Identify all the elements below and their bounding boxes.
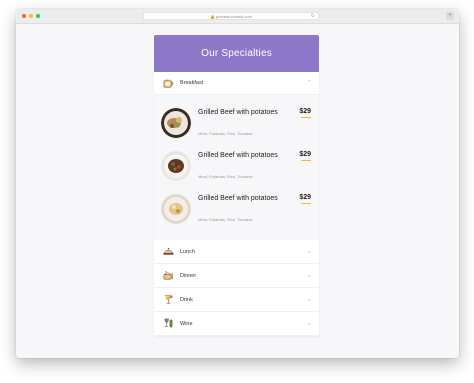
dish-image: [161, 151, 191, 181]
chevron-down-icon[interactable]: ⌄: [307, 288, 312, 312]
menu-item[interactable]: Grilled Beef with potatoes Meat, Potatoe…: [161, 108, 311, 148]
maximize-window-button[interactable]: [36, 14, 40, 18]
item-description: Meat, Potatoes, Rice, Tomatoe: [198, 131, 253, 136]
address-text: preview.colorlib.com: [215, 14, 252, 19]
lunch-icon: [163, 248, 174, 255]
category-lunch[interactable]: Lunch ⌄: [154, 240, 319, 264]
dish-image: [161, 194, 191, 224]
chevron-down-icon[interactable]: ⌄: [307, 312, 312, 336]
item-name: Grilled Beef with potatoes: [198, 195, 278, 202]
category-label: Wine: [180, 321, 193, 327]
reload-icon[interactable]: ↻: [311, 13, 315, 20]
wine-icon: [164, 318, 173, 328]
item-price: $29: [299, 194, 311, 201]
browser-window: 🔒preview.colorlib.com ↻ + Our Specialtie…: [16, 9, 459, 358]
minimize-window-button[interactable]: [29, 14, 33, 18]
item-name: Grilled Beef with potatoes: [198, 109, 278, 116]
chevron-down-icon[interactable]: ⌄: [307, 264, 312, 288]
price-underline: [301, 203, 311, 204]
menu-title: Our Specialties: [154, 35, 319, 72]
category-label: Dinner: [180, 273, 197, 279]
price-underline: [301, 117, 311, 118]
item-name: Grilled Beef with potatoes: [198, 152, 278, 159]
other-categories: Lunch ⌄ Dinner ⌄ Drink ⌄ Wine ⌄: [154, 240, 319, 336]
plus-icon[interactable]: +: [446, 12, 454, 20]
address-bar[interactable]: 🔒preview.colorlib.com ↻: [143, 12, 319, 20]
chevron-down-icon[interactable]: ⌄: [307, 240, 312, 264]
category-drink[interactable]: Drink ⌄: [154, 288, 319, 312]
browser-titlebar: 🔒preview.colorlib.com ↻ +: [16, 9, 459, 24]
item-description: Meat, Potatoes, Rice, Tomatoe: [198, 174, 253, 179]
close-window-button[interactable]: [22, 14, 26, 18]
breakfast-items: Grilled Beef with potatoes Meat, Potatoe…: [154, 95, 319, 240]
category-wine[interactable]: Wine ⌄: [154, 312, 319, 336]
specialties-menu-card: Our Specialties Breakfast ⌃ Grilled Beef…: [154, 35, 319, 336]
category-label: Breakfast: [180, 80, 204, 86]
menu-item[interactable]: Grilled Beef with potatoes Meat, Potatoe…: [161, 194, 311, 234]
drink-icon: [164, 295, 173, 304]
category-breakfast[interactable]: Breakfast ⌃: [154, 72, 319, 95]
lock-icon: 🔒: [210, 14, 215, 19]
breakfast-icon: [163, 78, 173, 88]
item-price: $29: [299, 151, 311, 158]
dish-image: [161, 108, 191, 138]
price-underline: [301, 160, 311, 161]
category-dinner[interactable]: Dinner ⌄: [154, 264, 319, 288]
dinner-icon: [163, 271, 173, 280]
menu-panel: Breakfast ⌃ Grilled Beef with potatoes M…: [154, 72, 319, 336]
category-label: Lunch: [180, 249, 195, 255]
chevron-up-icon[interactable]: ⌃: [307, 72, 312, 95]
item-price: $29: [299, 108, 311, 115]
menu-item[interactable]: Grilled Beef with potatoes Meat, Potatoe…: [161, 151, 311, 191]
item-description: Meat, Potatoes, Rice, Tomatoe: [198, 217, 253, 222]
category-label: Drink: [180, 297, 193, 303]
